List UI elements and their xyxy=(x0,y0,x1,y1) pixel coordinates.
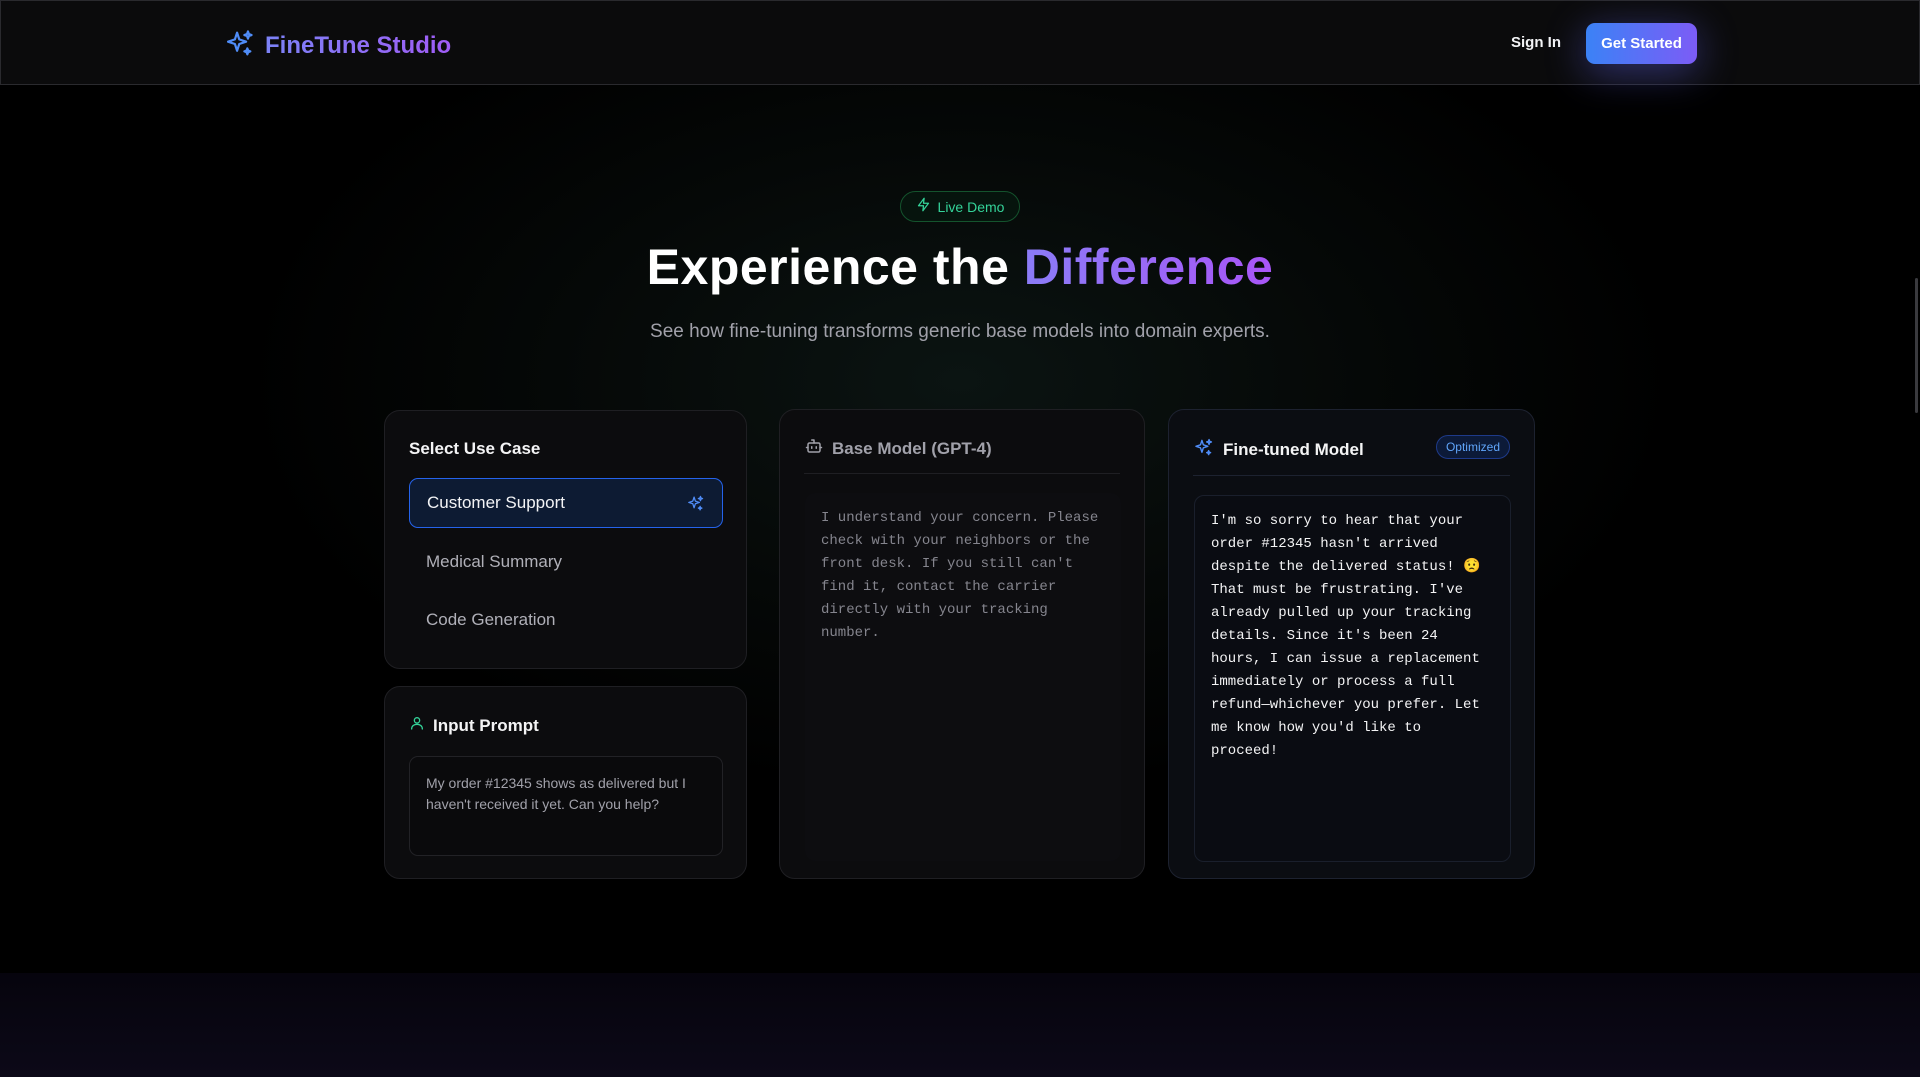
brand-logo[interactable]: FineTune Studio xyxy=(225,29,451,63)
use-case-label: Code Generation xyxy=(426,610,556,629)
divider xyxy=(804,473,1120,474)
lightning-icon xyxy=(916,197,931,217)
use-case-label: Customer Support xyxy=(427,493,565,512)
base-model-card: Base Model (GPT-4) I understand your con… xyxy=(779,409,1145,879)
fine-tuned-title: Fine-tuned Model xyxy=(1223,440,1364,459)
input-prompt-title: Input Prompt xyxy=(433,715,539,735)
page-title: Experience the Difference xyxy=(0,238,1920,296)
fine-tuned-model-card: Fine-tuned Model Optimized I'm so sorry … xyxy=(1168,409,1535,879)
use-case-card: Select Use Case Customer Support Medical… xyxy=(384,410,747,669)
user-icon xyxy=(409,715,425,736)
sign-in-link[interactable]: Sign In xyxy=(1511,34,1561,51)
optimized-badge: Optimized xyxy=(1435,435,1510,459)
divider xyxy=(1193,475,1510,476)
bot-icon xyxy=(805,437,823,460)
bottom-section xyxy=(0,973,1920,1077)
live-demo-badge: Live Demo xyxy=(900,191,1020,222)
headline-main: Experience the xyxy=(646,239,1024,295)
sparkles-icon xyxy=(225,29,254,63)
scrollbar-thumb[interactable] xyxy=(1915,278,1918,413)
use-case-label: Medical Summary xyxy=(426,552,563,571)
use-case-title: Select Use Case xyxy=(409,439,541,458)
fine-tuned-response: I'm so sorry to hear that your order #12… xyxy=(1194,495,1511,862)
input-prompt-card: Input Prompt My order #12345 shows as de… xyxy=(384,686,747,879)
base-model-title: Base Model (GPT-4) xyxy=(832,438,992,458)
input-prompt-field[interactable]: My order #12345 shows as delivered but I… xyxy=(409,756,723,856)
base-model-response: I understand your concern. Please check … xyxy=(805,493,1121,861)
sparkles-icon xyxy=(687,495,704,512)
page-subtitle: See how fine-tuning transforms generic b… xyxy=(650,321,1270,342)
get-started-button[interactable]: Get Started xyxy=(1586,23,1697,64)
input-prompt-header: Input Prompt xyxy=(409,715,539,736)
page: FineTune Studio Sign In Get Started Live… xyxy=(0,0,1920,1077)
sparkles-icon xyxy=(1194,438,1213,462)
use-case-medical-summary[interactable]: Medical Summary xyxy=(409,537,723,587)
brand-name: FineTune Studio xyxy=(265,32,452,59)
live-demo-label: Live Demo xyxy=(937,198,1005,215)
base-model-header: Base Model (GPT-4) xyxy=(805,437,992,460)
use-case-code-generation[interactable]: Code Generation xyxy=(409,595,723,645)
fine-tuned-header: Fine-tuned Model xyxy=(1194,438,1364,462)
top-nav: FineTune Studio Sign In Get Started xyxy=(0,0,1920,85)
headline-accent: Difference xyxy=(1023,239,1274,295)
use-case-customer-support[interactable]: Customer Support xyxy=(409,478,723,528)
